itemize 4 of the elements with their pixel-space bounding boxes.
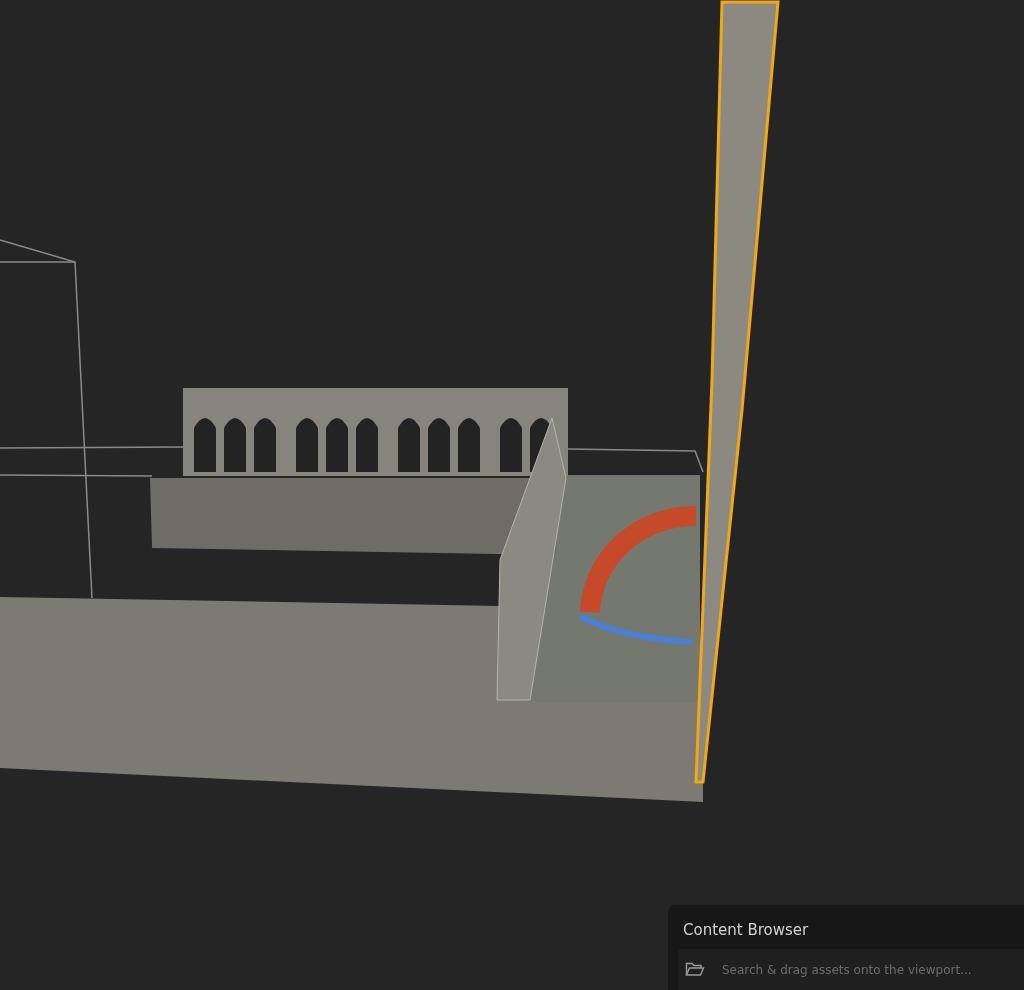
selected-pillar[interactable] <box>694 0 780 784</box>
search-field[interactable]: Search & drag assets onto the viewport... <box>678 949 1024 990</box>
panel-title: Content Browser <box>682 920 810 941</box>
viewport[interactable]: Content Browser Search & drag assets onto the viewport... <box>0 0 1024 990</box>
